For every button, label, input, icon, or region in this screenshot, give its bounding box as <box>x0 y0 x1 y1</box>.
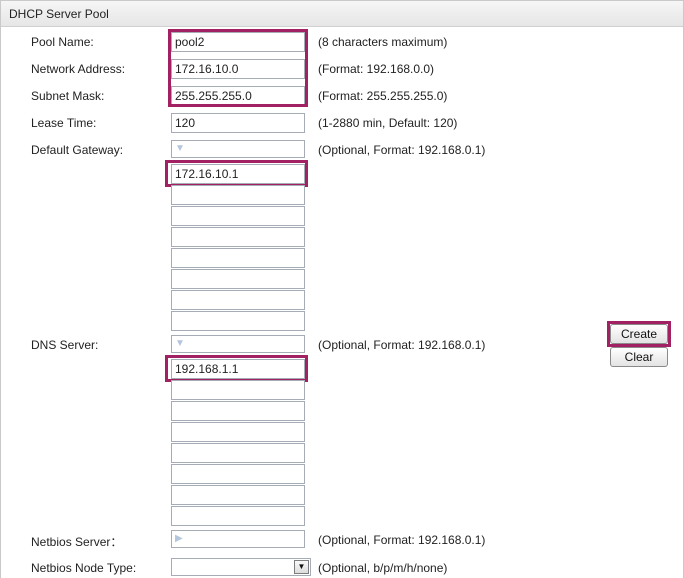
dns-server-entry-4[interactable] <box>171 422 305 442</box>
chevron-down-icon[interactable]: ▼ <box>294 560 309 574</box>
dns-server-toggle[interactable]: ▼ <box>171 335 305 353</box>
default-gateway-entry-3[interactable] <box>171 206 305 226</box>
default-gateway-label: Default Gateway: <box>31 143 124 157</box>
dns-server-entry-6[interactable] <box>171 464 305 484</box>
default-gateway-entry-8[interactable] <box>171 311 305 331</box>
pool-name-hint: (8 characters maximum) <box>318 35 448 49</box>
netbios-node-type-label: Netbios Node Type: <box>31 561 137 575</box>
default-gateway-hint: (Optional, Format: 192.168.0.1) <box>318 143 486 157</box>
default-gateway-entry-2[interactable] <box>171 185 305 205</box>
dns-server-entry-1[interactable] <box>171 359 305 379</box>
default-gateway-entry-1[interactable] <box>171 164 305 184</box>
dns-server-hint: (Optional, Format: 192.168.0.1) <box>318 338 486 352</box>
subnet-mask-input[interactable] <box>171 86 305 106</box>
dns-server-entry-8[interactable] <box>171 506 305 526</box>
dns-server-entry-2[interactable] <box>171 380 305 400</box>
triangle-down-icon: ▼ <box>175 338 185 349</box>
panel-title: DHCP Server Pool <box>1 1 683 27</box>
netbios-node-type-select[interactable]: ▼ <box>171 558 311 576</box>
default-gateway-entry-6[interactable] <box>171 269 305 289</box>
dns-server-entry-5[interactable] <box>171 443 305 463</box>
triangle-down-icon: ▼ <box>175 143 185 154</box>
netbios-server-toggle[interactable]: ▶ <box>171 530 305 548</box>
network-address-label: Network Address: <box>31 62 126 76</box>
lease-time-input[interactable] <box>171 113 305 133</box>
default-gateway-toggle[interactable]: ▼ <box>171 140 305 158</box>
clear-button[interactable]: Clear <box>610 347 668 367</box>
dns-server-entry-3[interactable] <box>171 401 305 421</box>
dns-server-entry-7[interactable] <box>171 485 305 505</box>
default-gateway-entry-4[interactable] <box>171 227 305 247</box>
pool-name-label: Pool Name: <box>31 35 94 49</box>
netbios-server-label: Netbios Server： <box>31 535 123 549</box>
network-address-input[interactable] <box>171 59 305 79</box>
triangle-right-icon: ▶ <box>175 533 183 544</box>
lease-time-label: Lease Time: <box>31 116 97 130</box>
pool-name-input[interactable] <box>171 32 305 52</box>
subnet-mask-hint: (Format: 255.255.255.0) <box>318 89 448 103</box>
dhcp-server-pool-panel <box>0 0 684 578</box>
netbios-node-type-hint: (Optional, b/p/m/h/none) <box>318 561 448 575</box>
dns-server-label: DNS Server: <box>31 338 99 352</box>
create-button[interactable]: Create <box>610 324 668 344</box>
subnet-mask-label: Subnet Mask: <box>31 89 105 103</box>
netbios-server-hint: (Optional, Format: 192.168.0.1) <box>318 533 486 547</box>
lease-time-hint: (1-2880 min, Default: 120) <box>318 116 458 130</box>
default-gateway-entry-7[interactable] <box>171 290 305 310</box>
default-gateway-entry-5[interactable] <box>171 248 305 268</box>
network-address-hint: (Format: 192.168.0.0) <box>318 62 435 76</box>
